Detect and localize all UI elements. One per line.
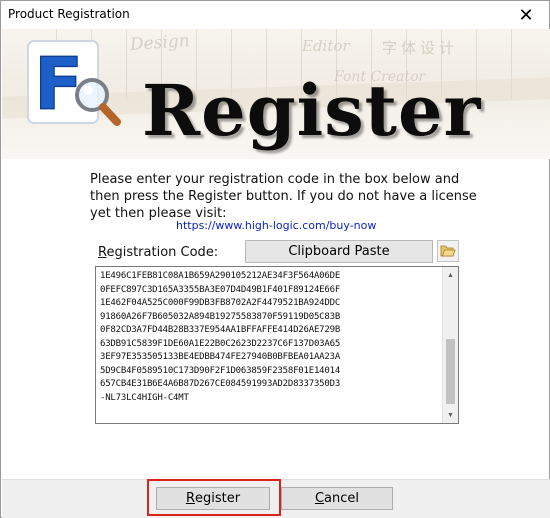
register-heading: Register <box>142 69 482 152</box>
cancel-button[interactable]: Cancel <box>281 487 393 510</box>
title-bar: Product Registration ✕ <box>1 1 549 29</box>
clipboard-paste-button[interactable]: Clipboard Paste <box>245 240 433 263</box>
registration-code-line: 5D9CB4F0589510C173D90F2F1D063859F2358F01… <box>100 365 341 376</box>
registration-code-line: 3EF97E353505133BE4EDBB474FE27940B0BFBEA0… <box>100 352 341 362</box>
scroll-up-icon[interactable]: ▲ <box>443 267 458 283</box>
label-text: egistration Code: <box>106 245 219 260</box>
registration-code-line: 0F82CD3A7FD44B28B337E954AA1BFFAFFE414D26… <box>100 325 341 335</box>
banner-bg-word: 字体设计 <box>382 39 459 57</box>
register-button[interactable]: Register <box>156 487 270 510</box>
scroll-down-icon[interactable]: ▼ <box>443 407 458 423</box>
registration-code-line: 657CB4E31B6E4A6B87D267CE084591993AD2D833… <box>100 379 341 389</box>
vertical-scrollbar[interactable]: ▲ ▼ <box>442 267 458 423</box>
registration-code-label: Registration Code: <box>98 245 218 260</box>
registration-code-line: 91860A26F7B605032A894B19275583870F59119D… <box>100 311 341 322</box>
registration-code-textarea[interactable]: 1E496C1FEB81C08A1B659A290105212AE34F3F56… <box>95 266 459 424</box>
close-icon[interactable]: ✕ <box>503 1 549 29</box>
registration-code-line: 1E496C1FEB81C08A1B659A290105212AE34F3F56… <box>100 271 341 281</box>
registration-code-line: 1E462F04A525C000F99DB3FB8702A2F4479521BA… <box>100 298 341 308</box>
folder-open-icon <box>440 245 456 257</box>
window-title: Product Registration <box>8 7 130 21</box>
logo-letter: F <box>34 42 83 126</box>
registration-code-text[interactable]: 1E496C1FEB81C08A1B659A290105212AE34F3F56… <box>100 270 440 405</box>
banner-bg-word: Editor <box>302 37 350 55</box>
registration-code-line: 0FEFC897C3D165A3355BA3E07D4D49B1F401F891… <box>100 284 341 295</box>
banner-bg-word: Design <box>129 30 191 56</box>
scroll-thumb[interactable] <box>446 339 455 404</box>
buy-now-link[interactable]: https://www.high-logic.com/buy-now <box>176 219 376 232</box>
register-banner: Design Editor 字体设计 Font Creator F Regist… <box>2 29 550 159</box>
registration-code-line: 63DB91C5839F1DE60A1E22B0C2623D2237C6F137… <box>100 338 341 349</box>
open-file-button[interactable] <box>437 240 459 262</box>
instructions-text: Please enter your registration code in t… <box>90 172 477 221</box>
registration-code-line: -NL73LC4HIGH-C4MT <box>100 392 189 403</box>
registration-dialog: Product Registration ✕ Design Editor 字体设… <box>0 0 550 518</box>
fontcreator-logo-icon: F <box>27 40 121 127</box>
